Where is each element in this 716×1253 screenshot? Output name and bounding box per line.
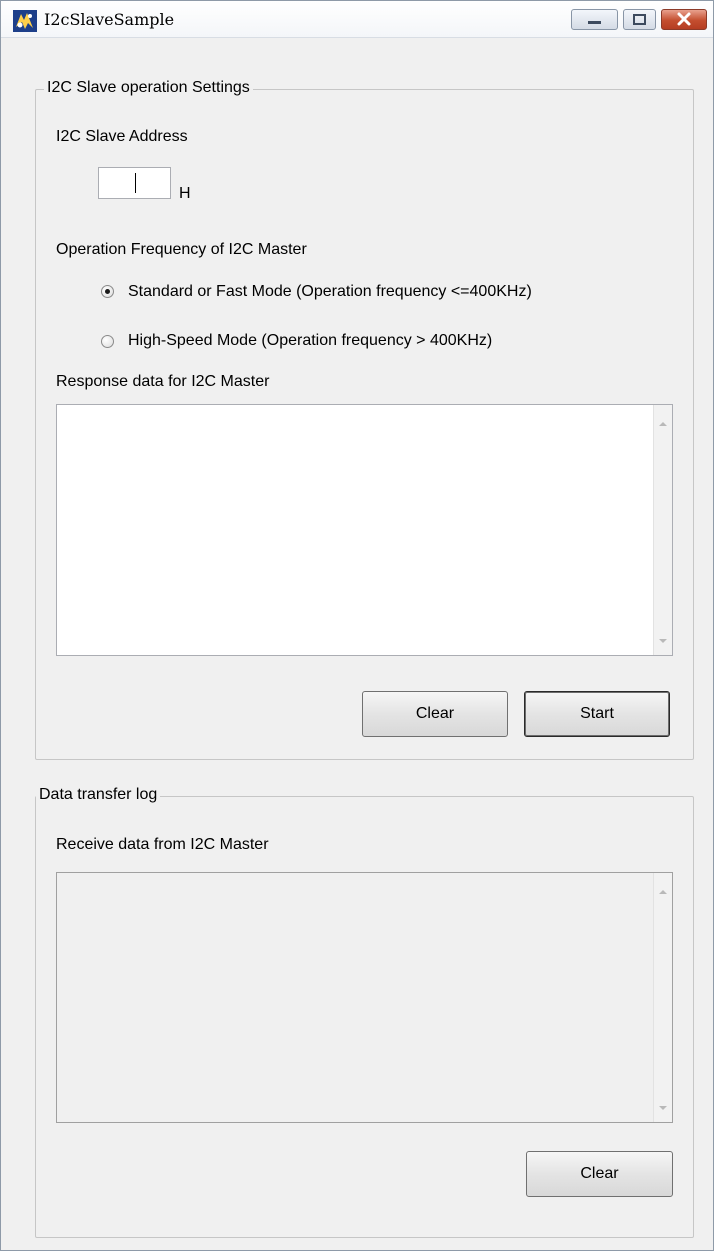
response-data-label: Response data for I2C Master [56,373,270,390]
start-button[interactable]: Start [524,691,670,737]
scroll-down-icon[interactable] [659,1106,667,1110]
slave-address-label: I2C Slave Address [56,128,188,145]
receive-scrollbar[interactable] [653,873,672,1122]
radio-highspeed-label[interactable]: High-Speed Mode (Operation frequency > 4… [128,332,492,350]
radio-selected-dot [105,289,110,294]
log-group-title: Data transfer log [36,786,161,804]
radio-standard-label[interactable]: Standard or Fast Mode (Operation frequen… [128,283,532,301]
scroll-up-icon[interactable] [659,890,667,894]
response-scrollbar[interactable] [653,405,672,655]
text-caret [135,173,136,193]
settings-group: I2C Slave operation Settings I2C Slave A… [35,79,694,760]
close-button[interactable] [661,9,707,30]
app-window: I2cSlaveSample I2C Slave operation Setti… [0,0,714,1251]
address-hex-suffix: H [179,185,191,202]
maximize-button[interactable] [623,9,656,30]
settings-clear-button[interactable]: Clear [362,691,508,737]
minimize-button[interactable] [571,9,618,30]
app-icon[interactable] [13,10,37,32]
title-bar[interactable]: I2cSlaveSample [1,1,713,38]
frequency-label: Operation Frequency of I2C Master [56,241,307,258]
receive-data-label: Receive data from I2C Master [56,836,269,853]
scroll-down-icon[interactable] [659,639,667,643]
scroll-up-icon[interactable] [659,422,667,426]
radio-highspeed-mode[interactable] [101,335,114,348]
radio-standard-mode[interactable] [101,285,114,298]
log-clear-button[interactable]: Clear [526,1151,673,1197]
settings-group-title: I2C Slave operation Settings [44,79,253,97]
data-transfer-log-group: Data transfer log Receive data from I2C … [35,786,694,1238]
receive-data-textarea[interactable] [56,872,673,1123]
window-title: I2cSlaveSample [44,10,175,29]
slave-address-field[interactable] [98,167,171,199]
response-data-textarea[interactable] [56,404,673,656]
